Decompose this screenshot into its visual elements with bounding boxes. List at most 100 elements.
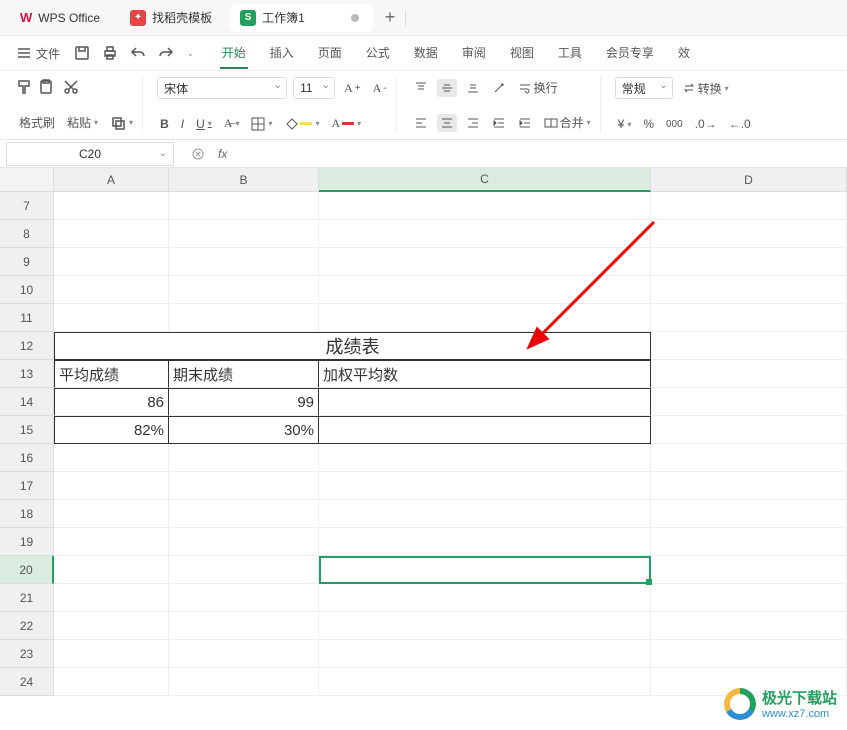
align-middle-button[interactable] [437,79,457,97]
cell-A13[interactable]: 平均成绩 [54,360,169,388]
cells-area[interactable]: 平均成绩 期末成绩 加权平均数 86 99 82% 30% [54,192,847,696]
ribbon-number: 常规 转换▾ ¥▾ % 000 .0→ ←.0 [609,77,760,133]
wrap-icon [518,81,532,95]
row-header[interactable]: 16 [0,444,54,472]
merged-title-cell[interactable]: 成绩表 [54,332,651,360]
row-header[interactable]: 24 [0,668,54,696]
italic-button[interactable]: I [178,115,187,133]
watermark-url: www.xz7.com [762,708,837,720]
select-all-corner[interactable] [0,168,54,192]
menu-tab-data[interactable]: 数据 [412,38,440,69]
row-header[interactable]: 21 [0,584,54,612]
number-format-select[interactable]: 常规 [615,77,673,99]
merge-button[interactable]: 合并▾ [541,112,594,133]
cell-B15[interactable]: 30% [169,416,319,444]
menu-tab-view[interactable]: 视图 [508,38,536,69]
row-header[interactable]: 12 [0,332,54,360]
align-bottom-button[interactable] [463,79,483,97]
underline-button[interactable]: U▾ [193,115,215,133]
paste-label[interactable]: 粘贴▾ [64,112,101,133]
row-header[interactable]: 17 [0,472,54,500]
row-header[interactable]: 15 [0,416,54,444]
row-header[interactable]: 10 [0,276,54,304]
wrap-button[interactable]: 换行 [515,77,561,98]
row-header[interactable]: 13 [0,360,54,388]
shrink-font-button[interactable]: A- [370,79,390,98]
more-button[interactable]: ⌄ [182,45,198,62]
align-bottom-icon [466,81,480,95]
menu-tab-review[interactable]: 审阅 [460,38,488,69]
percent-button[interactable]: % [640,115,657,133]
cell-B13[interactable]: 期末成绩 [169,360,319,388]
undo-button[interactable] [126,41,150,65]
strikethrough-button[interactable]: A̶▾ [221,114,243,133]
row-header[interactable]: 8 [0,220,54,248]
align-left-button[interactable] [411,114,431,132]
convert-button[interactable]: 转换▾ [679,78,732,99]
dec-inc-button[interactable]: .0→ [692,115,720,133]
col-header-D[interactable]: D [651,168,847,192]
border-button[interactable]: ▾ [248,115,275,133]
cut-button[interactable] [60,77,82,97]
menu-tab-page[interactable]: 页面 [316,38,344,69]
currency-button[interactable]: ¥▾ [615,115,635,133]
formula-input[interactable] [237,146,839,161]
cell-C13[interactable]: 加权平均数 [319,360,651,388]
align-right-icon [466,116,480,130]
col-header-C[interactable]: C [319,168,651,192]
row-header[interactable]: 11 [0,304,54,332]
indent-dec-button[interactable] [489,114,509,132]
font-name-select[interactable]: 宋体 [157,77,287,99]
format-painter-label[interactable]: 格式刷 [16,112,58,133]
row-header[interactable]: 22 [0,612,54,640]
document-tab[interactable]: S 工作簿1 [230,4,373,32]
grow-font-button[interactable]: A+ [341,79,364,98]
cell-C14[interactable] [319,388,651,416]
fill-color-button[interactable]: ▾ [281,115,322,133]
bold-button[interactable]: B [157,115,172,133]
cell-A14[interactable]: 86 [54,388,169,416]
indent-inc-button[interactable] [515,114,535,132]
ribbon-font: 宋体 11 A+ A- B I U▾ A̶▾ ▾ ▾ A▾ [151,77,397,133]
align-top-button[interactable] [411,79,431,97]
row-header[interactable]: 18 [0,500,54,528]
row-header[interactable]: 14 [0,388,54,416]
dec-dec-button[interactable]: ←.0 [726,115,754,133]
ribbon-clipboard: 格式刷 粘贴▾ ▾ [10,77,143,133]
row-header[interactable]: 7 [0,192,54,220]
app-tab-wps[interactable]: W WPS Office [8,4,112,32]
align-right-button[interactable] [463,114,483,132]
format-painter-button[interactable] [16,79,32,95]
cell-C15[interactable] [319,416,651,444]
comma-button[interactable]: 000 [663,117,686,132]
menu-tab-tools[interactable]: 工具 [556,38,584,69]
font-color-button[interactable]: A▾ [328,114,364,133]
row-header[interactable]: 9 [0,248,54,276]
font-size-select[interactable]: 11 [293,77,335,99]
redo-button[interactable] [154,41,178,65]
fx-label[interactable]: fx [218,147,227,161]
name-box[interactable]: C20 [6,142,174,166]
copy-button[interactable]: ▾ [107,113,136,133]
col-header-B[interactable]: B [169,168,319,192]
template-tab[interactable]: ✦ 找稻壳模板 [120,4,226,32]
menu-tab-insert[interactable]: 插入 [268,38,296,69]
row-header[interactable]: 20 [0,556,54,584]
cancel-fx-button[interactable] [188,145,208,163]
menu-tab-start[interactable]: 开始 [220,38,248,69]
row-header[interactable]: 19 [0,528,54,556]
row-header[interactable]: 23 [0,640,54,668]
menu-tab-formula[interactable]: 公式 [364,38,392,69]
cell-B14[interactable]: 99 [169,388,319,416]
hamburger-button[interactable]: 文件 [10,41,66,66]
cell-A15[interactable]: 82% [54,416,169,444]
menu-tab-effect[interactable]: 效 [676,38,692,69]
col-header-A[interactable]: A [54,168,169,192]
paste-button[interactable] [38,79,54,95]
new-tab-button[interactable]: + [385,7,396,28]
align-center-button[interactable] [437,114,457,132]
menu-tab-member[interactable]: 会员专享 [604,38,656,69]
save-button[interactable] [70,41,94,65]
print-button[interactable] [98,41,122,65]
orientation-button[interactable] [489,79,509,97]
